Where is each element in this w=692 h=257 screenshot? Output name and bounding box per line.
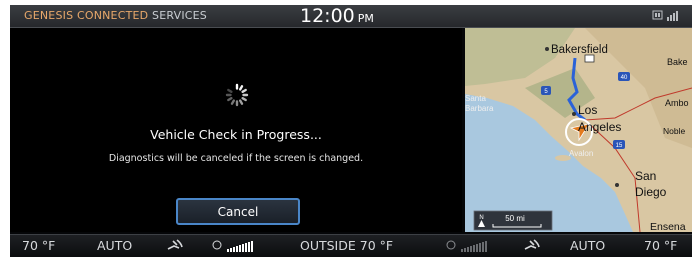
- map-label-san: San: [635, 169, 656, 183]
- map-label-avalon: Avalon: [569, 149, 593, 158]
- driver-auto-mode[interactable]: AUTO: [97, 238, 132, 253]
- driver-airflow-icon[interactable]: [165, 237, 185, 256]
- map-label-santa: Santa: [465, 94, 486, 103]
- compass-label: N: [479, 215, 483, 221]
- map-scale-label: 50 mi: [505, 214, 525, 223]
- loading-spinner-icon: [225, 83, 249, 107]
- diagnostics-panel: Vehicle Check in Progress... Diagnostics…: [10, 28, 462, 232]
- map-label-angeles: Angeles: [578, 120, 621, 134]
- map-label-barbara: Barbara: [465, 104, 494, 113]
- dialog-subtitle: Diagnostics will be canceled if the scre…: [108, 153, 364, 164]
- status-bar: GENESIS CONNECTED SERVICES 12:00 PM: [10, 5, 692, 28]
- passenger-temp[interactable]: 70 °F: [644, 238, 677, 253]
- map-canvas: 5 40 15 Bakersfield Bake Santa Barbara L…: [465, 28, 692, 232]
- driver-temp[interactable]: 70 °F: [22, 238, 55, 253]
- map-label-bake: Bake: [667, 57, 688, 67]
- passenger-airflow-icon[interactable]: [522, 237, 542, 256]
- clock-time: 12:00: [300, 5, 355, 27]
- climate-bar: 70 °F AUTO OUTSIDE 70 °F AUTO 70 °F: [10, 234, 692, 257]
- navigation-map[interactable]: 5 40 15 Bakersfield Bake Santa Barbara L…: [465, 28, 692, 232]
- status-icons: [652, 10, 680, 25]
- shield-i40-label: 40: [621, 75, 628, 81]
- infotainment-screen: GENESIS CONNECTED SERVICES 12:00 PM Vehi…: [10, 5, 692, 257]
- dialog-title: Vehicle Check in Progress...: [150, 127, 322, 142]
- passenger-auto-mode[interactable]: AUTO: [570, 238, 605, 253]
- map-label-diego: Diego: [635, 185, 667, 199]
- map-label-bakersfield: Bakersfield: [551, 44, 608, 56]
- map-label-amboy: Ambo: [665, 98, 689, 108]
- brand-primary: GENESIS CONNECTED: [24, 9, 149, 22]
- map-label-los: Los: [578, 103, 597, 117]
- brand-secondary: SERVICES: [152, 9, 207, 22]
- left-fan-speed-icon[interactable]: [212, 238, 262, 255]
- clock: 12:00 PM: [300, 5, 374, 27]
- signal-icon: [652, 10, 678, 21]
- clock-ampm: PM: [357, 12, 374, 25]
- shield-i15-label: 15: [616, 143, 623, 149]
- right-fan-speed-icon[interactable]: [446, 238, 496, 255]
- map-label-ensenada: Ensena: [650, 221, 686, 232]
- map-label-noble: Noble: [663, 126, 685, 136]
- brand-title: GENESIS CONNECTED SERVICES: [24, 9, 207, 22]
- outside-temp: OUTSIDE 70 °F: [300, 238, 394, 253]
- cancel-button[interactable]: Cancel: [176, 198, 300, 225]
